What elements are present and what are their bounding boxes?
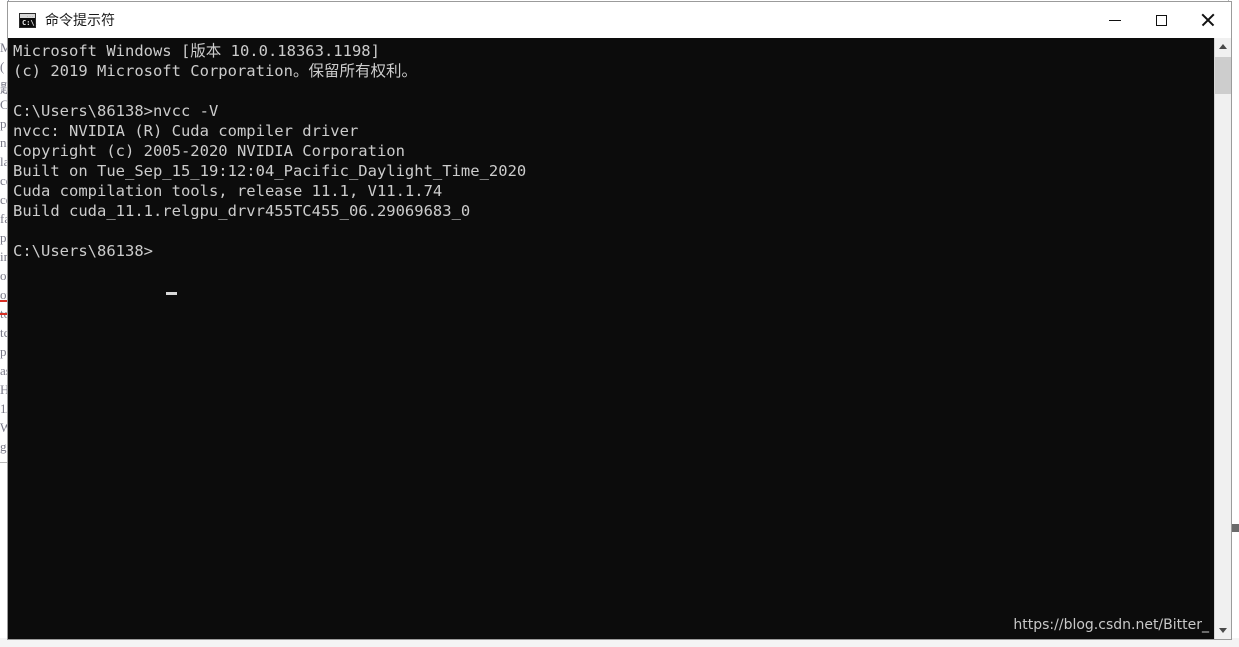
watermark-text: https://blog.csdn.net/Bitter_ <box>1013 617 1209 633</box>
maximize-button[interactable] <box>1138 2 1184 38</box>
window-title-bar[interactable]: ··· C:\. 命令提示符 <box>8 2 1231 38</box>
cmd-icon-prompt-label: C:\. <box>22 18 39 27</box>
maximize-icon <box>1155 14 1167 26</box>
minimize-button[interactable] <box>1092 2 1138 38</box>
close-icon <box>1200 13 1214 27</box>
cmd-icon-titlebar: ··· <box>20 13 35 19</box>
scroll-down-icon <box>1219 628 1227 633</box>
scrollbar-track[interactable] <box>1215 55 1231 622</box>
console-text: Microsoft Windows [版本 10.0.18363.1198] (… <box>13 42 527 260</box>
scroll-up-button[interactable] <box>1215 38 1231 55</box>
console-scrollbar[interactable] <box>1214 38 1231 639</box>
cmd-icon: ··· C:\. <box>19 12 39 28</box>
console-output-area[interactable]: Microsoft Windows [版本 10.0.18363.1198] (… <box>8 38 1231 639</box>
command-prompt-window: ··· C:\. 命令提示符 Microsoft Windows [版本 10.… <box>7 1 1232 640</box>
close-button[interactable] <box>1184 2 1230 38</box>
scroll-up-icon <box>1219 44 1227 49</box>
cmd-icon-dots: ··· <box>27 13 34 19</box>
minimize-icon <box>1109 19 1121 21</box>
window-title: 命令提示符 <box>45 13 115 29</box>
console-cursor <box>166 292 177 295</box>
scroll-down-button[interactable] <box>1215 622 1231 639</box>
scrollbar-thumb[interactable] <box>1215 57 1231 94</box>
